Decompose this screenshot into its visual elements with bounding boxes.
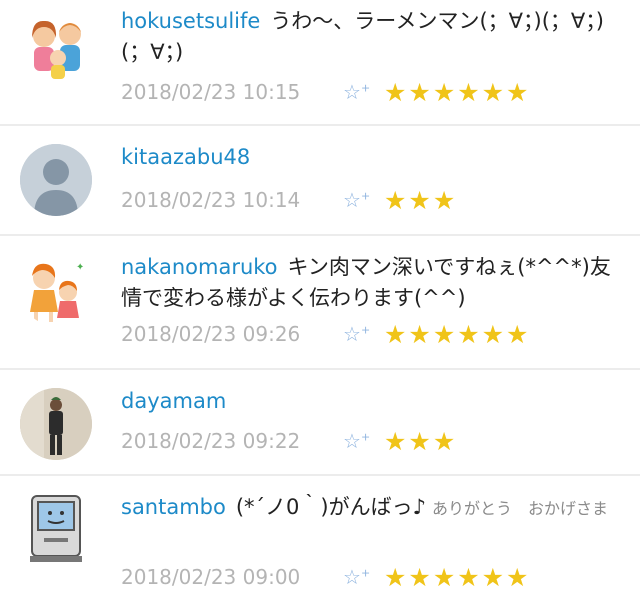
comment-text: dayamam — [121, 386, 620, 417]
girls-illustration-avatar[interactable]: ✦ — [20, 254, 92, 326]
add-star-icon[interactable]: ☆+ — [343, 565, 384, 589]
add-star-icon[interactable]: ☆+ — [343, 429, 384, 453]
comment-item: santambo (*´ノ0｀)がんばっ♪ ありがとう おかげさま 2018/02/… — [0, 476, 640, 596]
star-rating[interactable]: ★★★ — [384, 427, 457, 456]
username-link[interactable]: kitaazabu48 — [121, 145, 250, 169]
add-star-icon[interactable]: ☆+ — [343, 188, 384, 212]
comment-item: kitaazabu48 2018/02/23 10:14 ☆+ ★★★ — [0, 126, 640, 236]
default-user-avatar[interactable] — [20, 144, 92, 216]
comment-item: hokusetsulife うわ〜、ラーメンマン(；∀；)(；∀；)(；∀；) 2… — [0, 0, 640, 126]
add-star-icon[interactable]: ☆+ — [343, 80, 384, 104]
timestamp: 2018/02/23 09:26 — [121, 322, 301, 346]
comment-text: hokusetsulife うわ〜、ラーメンマン(；∀；)(；∀；)(；∀；) — [121, 6, 620, 68]
comment-meta: 2018/02/23 10:14 ☆+ ★★★ — [121, 185, 457, 215]
retro-computer-avatar[interactable] — [20, 492, 92, 564]
star-rating[interactable]: ★★★★★★ — [384, 563, 530, 592]
comment-meta: 2018/02/23 09:22 ☆+ ★★★ — [121, 426, 457, 456]
add-star-icon[interactable]: ☆+ — [343, 322, 384, 346]
comment-note: ありがとう おかげさま — [432, 499, 609, 518]
family-illustration-avatar[interactable] — [20, 12, 92, 84]
comment-text: santambo (*´ノ0｀)がんばっ♪ ありがとう おかげさま — [121, 492, 620, 524]
svg-text:✦: ✦ — [76, 262, 84, 273]
timestamp: 2018/02/23 10:15 — [121, 80, 301, 104]
person-photo-avatar[interactable] — [20, 388, 92, 460]
comment-meta: 2018/02/23 09:00 ☆+ ★★★★★★ — [121, 562, 530, 592]
timestamp: 2018/02/23 09:00 — [121, 565, 301, 589]
comment-list: hokusetsulife うわ〜、ラーメンマン(；∀；)(；∀；)(；∀；) 2… — [0, 0, 640, 596]
username-link[interactable]: nakanomaruko — [121, 255, 278, 279]
timestamp: 2018/02/23 10:14 — [121, 188, 301, 212]
comment-item: ✦ nakanomaruko キン肉マン深いですねぇ(*^^*)友情で変わる様がよ… — [0, 236, 640, 370]
comment-meta: 2018/02/23 10:15 ☆+ ★★★★★★ — [121, 77, 530, 107]
comment-meta: 2018/02/23 09:26 ☆+ ★★★★★★ — [121, 319, 530, 349]
star-rating[interactable]: ★★★★★★ — [384, 78, 530, 107]
username-link[interactable]: hokusetsulife — [121, 9, 260, 33]
comment-item: dayamam 2018/02/23 09:22 ☆+ ★★★ — [0, 370, 640, 476]
comment-text: kitaazabu48 — [121, 142, 620, 173]
username-link[interactable]: santambo — [121, 495, 226, 519]
star-rating[interactable]: ★★★ — [384, 186, 457, 215]
comment-body: (*´ノ0｀)がんばっ♪ — [235, 495, 427, 519]
username-link[interactable]: dayamam — [121, 389, 226, 413]
comment-text: nakanomaruko キン肉マン深いですねぇ(*^^*)友情で変わる様がよく伝… — [121, 252, 620, 314]
star-rating[interactable]: ★★★★★★ — [384, 320, 530, 349]
timestamp: 2018/02/23 09:22 — [121, 429, 301, 453]
